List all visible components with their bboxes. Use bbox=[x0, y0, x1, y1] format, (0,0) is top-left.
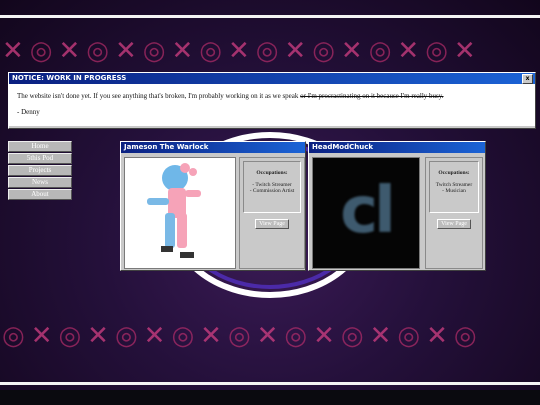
portrait-image bbox=[124, 157, 236, 269]
nav-item-home[interactable]: Home bbox=[8, 141, 72, 152]
card-titlebar: HeadModChuck bbox=[309, 142, 485, 153]
occupations-box: Occupations: Twitch Streamer - Musician bbox=[429, 161, 479, 213]
info-panel: Occupations: - Twitch Streamer - Commiss… bbox=[239, 157, 305, 269]
profile-card-headmodchuck: HeadModChuck cl Occupations: Twitch Stre… bbox=[308, 141, 486, 271]
profile-card-jameson: Jameson The Warlock Occupations: - Twitc… bbox=[120, 141, 306, 271]
occupations-label: Occupations: bbox=[438, 170, 470, 176]
close-icon[interactable]: x bbox=[522, 74, 533, 84]
view-page-button[interactable]: View Page bbox=[437, 219, 471, 229]
nav-item-pod[interactable]: 5this Pod bbox=[8, 153, 72, 164]
occupation-item: - Commission Artist bbox=[249, 188, 295, 194]
notice-message-main: The website isn't done yet. If you see a… bbox=[17, 92, 301, 100]
notice-window: NOTICE: WORK IN PROGRESS x The website i… bbox=[8, 72, 536, 129]
pattern-row: ✕ ◎ ✕ ◎ ✕ ◎ ✕ ◎ ✕ ◎ ✕ ◎ ✕ ◎ ✕ ◎ ✕ bbox=[2, 36, 476, 66]
nav-item-news[interactable]: News bbox=[8, 177, 72, 188]
bottom-bar bbox=[0, 390, 540, 405]
notice-message: The website isn't done yet. If you see a… bbox=[17, 92, 527, 100]
character-illustration bbox=[147, 163, 201, 258]
nav-item-about[interactable]: About bbox=[8, 189, 72, 200]
occupations-label: Occupations: bbox=[256, 170, 288, 176]
card-title: Jameson The Warlock bbox=[124, 143, 209, 151]
notice-body: The website isn't done yet. If you see a… bbox=[9, 84, 535, 126]
notice-message-strike: or I'm procrastinating on it because I'm… bbox=[300, 92, 444, 100]
occupations-box: Occupations: - Twitch Streamer - Commiss… bbox=[243, 161, 301, 213]
occupation-item: - Musician bbox=[442, 188, 466, 194]
card-titlebar: Jameson The Warlock bbox=[121, 142, 305, 153]
info-panel: Occupations: Twitch Streamer - Musician … bbox=[425, 157, 483, 269]
portrait-image: cl bbox=[312, 157, 420, 269]
notice-titlebar: NOTICE: WORK IN PROGRESS x bbox=[9, 73, 535, 84]
nav-menu: Home 5this Pod Projects News About bbox=[8, 141, 72, 201]
top-stripe bbox=[0, 15, 540, 18]
notice-signature: - Denny bbox=[17, 108, 40, 116]
pattern-row: ◎ ✕ ◎ ✕ ◎ ✕ ◎ ✕ ◎ ✕ ◎ ✕ ◎ ✕ ◎ ✕ ◎ bbox=[2, 321, 477, 351]
nav-item-projects[interactable]: Projects bbox=[8, 165, 72, 176]
view-page-button[interactable]: View Page bbox=[255, 219, 289, 229]
logo-text: cl bbox=[340, 174, 396, 248]
bottom-stripe bbox=[0, 382, 540, 385]
card-title: HeadModChuck bbox=[312, 143, 374, 151]
notice-title: NOTICE: WORK IN PROGRESS bbox=[12, 74, 127, 82]
